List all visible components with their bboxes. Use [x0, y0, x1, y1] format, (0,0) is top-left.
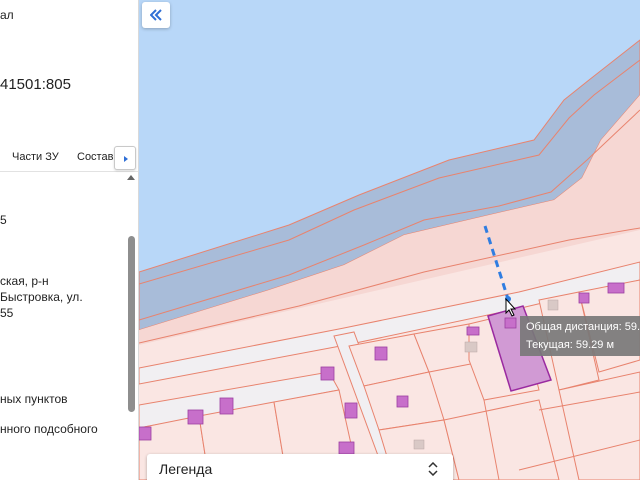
building — [139, 426, 152, 441]
chevron-right-icon — [124, 156, 128, 162]
double-chevron-left-icon — [150, 9, 162, 21]
address-line-1: ская, р-н — [0, 274, 49, 288]
scrollbar-thumb[interactable] — [128, 236, 135, 412]
cadastral-number: 41501:805 — [0, 76, 71, 93]
building — [466, 326, 480, 336]
outbuilding — [547, 299, 559, 311]
building — [374, 346, 388, 361]
building — [344, 402, 358, 419]
building — [320, 366, 335, 381]
building — [578, 292, 590, 304]
address-line-2: Быстровка, ул. — [0, 290, 83, 304]
building — [219, 397, 234, 415]
measure-tooltip: Общая дистанция: 59.29 м Текущая: 59.29 … — [520, 316, 640, 356]
outbuilding — [464, 341, 478, 353]
building — [504, 317, 517, 329]
info-panel: ал 41501:805 Части ЗУ Состав 5 ская, р-н… — [0, 0, 139, 480]
tab-composition[interactable]: Состав — [77, 151, 113, 163]
building — [338, 441, 355, 455]
permitted-use-value: нного подсобного — [0, 422, 98, 436]
tabs-next-button[interactable] — [114, 146, 136, 170]
area-value: 5 — [0, 213, 7, 227]
map-canvas[interactable] — [139, 0, 640, 480]
building — [396, 395, 409, 408]
scroll-up-arrow[interactable] — [127, 175, 135, 180]
map-view[interactable]: Общая дистанция: 59.29 м Текущая: 59.29 … — [139, 0, 640, 480]
legend-label: Легенда — [159, 461, 213, 477]
building — [607, 282, 625, 294]
outbuilding — [413, 439, 425, 450]
sort-arrows-icon — [428, 462, 438, 476]
collapse-panel-button[interactable] — [142, 2, 170, 28]
total-distance-label: Общая дистанция: 59.29 м — [526, 321, 640, 333]
tab-parts[interactable]: Части ЗУ — [12, 151, 59, 163]
address-line-3: 55 — [0, 306, 14, 320]
category-value: ных пунктов — [0, 392, 68, 406]
building — [187, 409, 204, 425]
quarter-label: ал — [0, 8, 14, 22]
legend-dropdown[interactable]: Легенда — [147, 454, 453, 480]
current-distance-label: Текущая: 59.29 м — [526, 339, 615, 351]
